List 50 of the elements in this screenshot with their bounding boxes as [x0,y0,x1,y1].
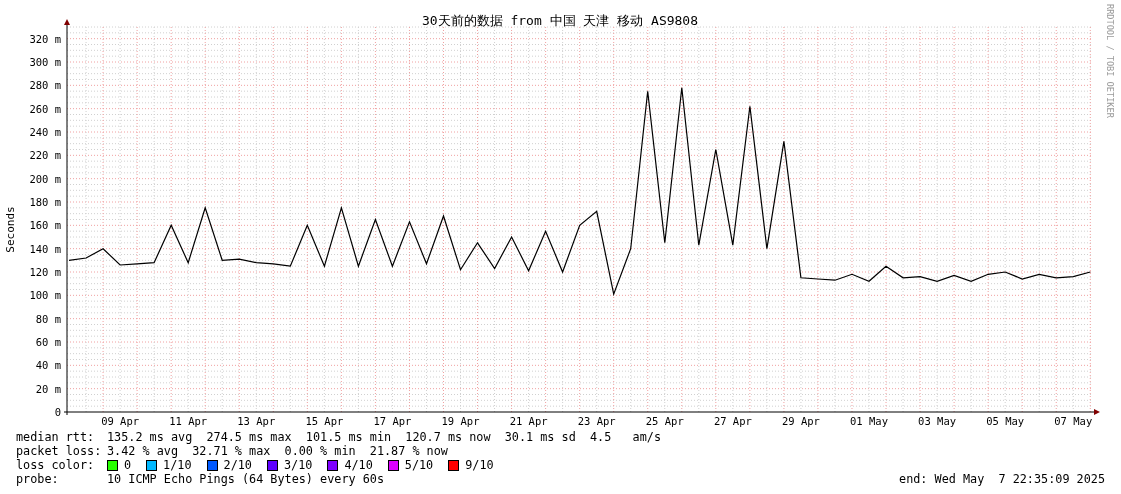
axis-label: 40 m [35,359,61,372]
axis-label: 07 May [1054,415,1093,427]
chart-title: 30天前的数据 from 中国 天津 移动 AS9808 [421,13,699,28]
legend-text: 0 [124,458,132,472]
legend-text: 10 ICMP Echo Pings (64 Bytes) every 60s [107,472,384,486]
legend-text: 5/10 [404,458,434,472]
axis-label: 140 m [29,242,61,255]
axis-label: 03 May [918,415,957,427]
axis-label: 60 m [35,336,61,348]
end-time: end: Wed May 7 22:35:09 2025 [899,472,1105,486]
axis-label: 25 Apr [645,415,684,427]
axis-label: 29 Apr [781,415,820,427]
axis-label: 120 m [29,266,61,278]
axis-label: 300 m [29,56,61,68]
axis-label: 200 m [29,172,61,185]
axis-label: 80 m [35,312,61,325]
legend-text: 1/10 [163,458,192,472]
axis-label: 20 m [35,382,61,395]
axis-label: 220 m [29,149,61,162]
credit-text: RRDTOOL / TOBI OETIKER [1105,4,1115,118]
axis-label: 100 m [29,289,61,302]
legend-text: 4/10 [344,458,373,472]
axis-label: 13 Apr [237,415,276,427]
axis-label: 09 Apr [101,415,140,427]
axis-label: 15 Apr [305,415,344,427]
legend-label: median rtt: [16,430,96,444]
axis-label: 27 Apr [713,415,752,427]
legend-label: loss color: [16,458,96,472]
legend-text: 9/10 [465,458,494,472]
axis-label: 180 m [29,196,61,208]
axis-label: 160 m [29,219,61,232]
axis-label: 11 Apr [169,415,208,427]
axis-label: 280 m [29,79,61,92]
axis-label: 260 m [29,102,61,115]
axis-label: 21 Apr [509,415,548,427]
legend-text: 135.2 ms avg 274.5 ms max 101.5 ms min 120.7 ms now 30.1 ms sd 4.5 am/s [107,430,661,444]
axis-label: 01 May [850,415,888,427]
axis-title: Seconds [4,206,17,253]
legend-text: 3.42 % avg 32.71 % max 0.00 % min 21.87 % now [107,444,448,458]
legend-text: 2/10 [223,458,252,472]
axis-label: 23 Apr [577,415,616,427]
legend-text: 3/10 [283,458,313,472]
legend-label: probe: [16,472,60,486]
legend-label: packet loss: [16,444,103,458]
axis-label: 19 Apr [441,415,480,427]
axis-label: 05 May [986,415,1025,427]
axis-label: 240 m [29,126,61,138]
axis-label: 17 Apr [373,415,412,427]
axis-label: 0 [54,406,61,418]
axis-label: 320 m [29,32,61,45]
